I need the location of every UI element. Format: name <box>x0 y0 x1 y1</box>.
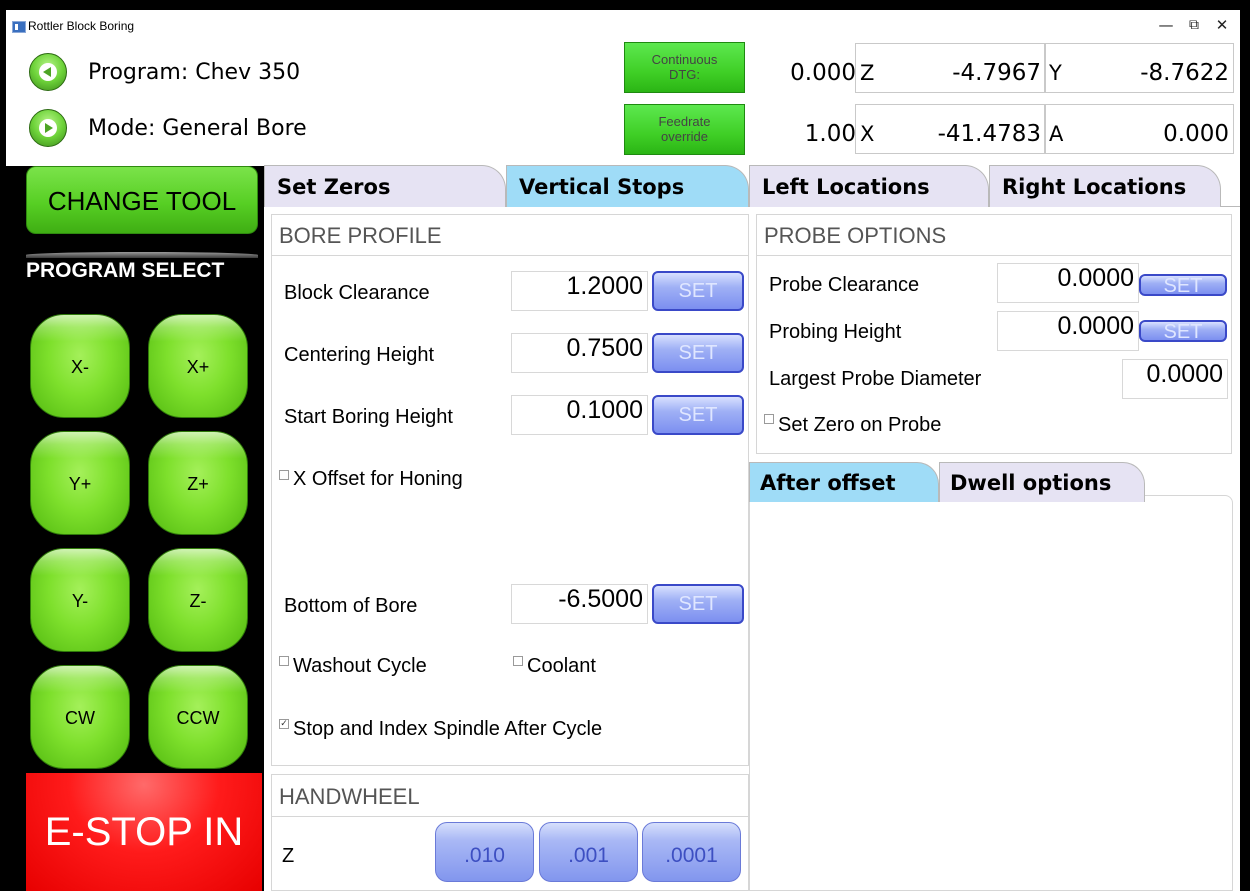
close-button[interactable]: ✕ <box>1208 14 1236 36</box>
probe-clearance-set-button[interactable]: SET <box>1139 274 1227 296</box>
next-mode-button[interactable] <box>29 109 67 147</box>
minimize-button[interactable]: — <box>1152 14 1180 36</box>
start-boring-height-set-button[interactable]: SET <box>652 395 744 435</box>
start-boring-height-label: Start Boring Height <box>284 406 453 428</box>
block-clearance-label: Block Clearance <box>284 282 430 304</box>
handwheel-title: HANDWHEEL <box>279 784 420 809</box>
z-axis-value: -4.7967 <box>952 60 1041 86</box>
largest-probe-diameter-field[interactable]: 0.0000 <box>1122 359 1228 399</box>
handwheel-step-001[interactable]: .001 <box>539 822 638 882</box>
jog-x-minus-button[interactable]: X- <box>30 314 130 418</box>
centering-height-field[interactable]: 0.7500 <box>511 333 648 373</box>
coolant-checkbox[interactable] <box>513 656 523 666</box>
bottom-of-bore-field[interactable]: -6.5000 <box>511 584 648 624</box>
centering-height-set-button[interactable]: SET <box>652 333 744 373</box>
handwheel-divider <box>272 816 748 817</box>
stop-index-label: Stop and Index Spindle After Cycle <box>293 718 603 740</box>
set-zero-on-probe-checkbox[interactable] <box>764 414 774 424</box>
arrow-right-icon <box>39 119 57 137</box>
app-window: Rottler Block Boring — ⧉ ✕ Program: Chev… <box>6 10 1240 891</box>
jog-y-plus-button[interactable]: Y+ <box>30 431 130 535</box>
program-label: Program: Chev 350 <box>88 60 301 85</box>
y-axis-label: Y <box>1049 61 1062 85</box>
feedrate-line1: Feedrate <box>658 114 711 129</box>
coolant-label: Coolant <box>527 655 596 677</box>
block-clearance-field[interactable]: 1.2000 <box>511 271 648 311</box>
tab-set-zeros[interactable]: Set Zeros <box>264 165 506 207</box>
continuous-line1: Continuous <box>651 52 718 67</box>
dtg-value: 0.000 <box>790 60 856 86</box>
jog-panel: CHANGE TOOL PROGRAM SELECT X- X+ Y+ Z+ Y… <box>6 166 264 891</box>
a-axis-label: A <box>1049 122 1064 146</box>
feedrate-line2: override <box>661 129 708 144</box>
program-select-label[interactable]: PROGRAM SELECT <box>26 259 266 283</box>
spindle-cw-button[interactable]: CW <box>30 665 130 769</box>
y-axis-value: -8.7622 <box>1140 60 1229 86</box>
mode-label: Mode: General Bore <box>88 116 307 141</box>
continuous-line2: DTG: <box>668 67 701 82</box>
handwheel-step-010[interactable]: .010 <box>435 822 534 882</box>
window-title: Rottler Block Boring <box>28 19 135 33</box>
centering-height-label: Centering Height <box>284 344 435 366</box>
app-icon <box>12 21 26 33</box>
probe-options-divider <box>757 255 1231 256</box>
probing-height-label: Probing Height <box>769 321 902 343</box>
jog-z-plus-button[interactable]: Z+ <box>148 431 248 535</box>
feedrate-override-button[interactable]: Feedrate override <box>624 104 745 155</box>
washout-cycle-checkbox[interactable] <box>279 656 289 666</box>
arrow-left-icon <box>39 63 57 81</box>
x-offset-honing-checkbox[interactable] <box>279 470 289 480</box>
x-axis-label: X <box>860 122 875 146</box>
washout-cycle-label: Washout Cycle <box>293 655 427 677</box>
probe-options-title: PROBE OPTIONS <box>764 223 947 248</box>
jog-x-plus-button[interactable]: X+ <box>148 314 248 418</box>
continuous-dtg-button[interactable]: Continuous DTG: <box>624 42 745 93</box>
bore-profile-title: BORE PROFILE <box>279 223 442 248</box>
bottom-of-bore-set-button[interactable]: SET <box>652 584 744 624</box>
spindle-ccw-button[interactable]: CCW <box>148 665 248 769</box>
probe-clearance-field[interactable]: 0.0000 <box>997 263 1139 303</box>
handwheel-axis-label: Z <box>282 845 295 867</box>
subtab-dwell-options[interactable]: Dwell options <box>939 462 1145 502</box>
tab-vertical-stops[interactable]: Vertical Stops <box>506 165 749 207</box>
probing-height-field[interactable]: 0.0000 <box>997 311 1139 351</box>
change-tool-button[interactable]: CHANGE TOOL <box>26 166 258 234</box>
block-clearance-set-button[interactable]: SET <box>652 271 744 311</box>
program-select-divider <box>26 252 258 258</box>
probe-clearance-label: Probe Clearance <box>769 274 920 296</box>
subtab-content-panel <box>749 495 1233 891</box>
handwheel-step-0001[interactable]: .0001 <box>642 822 741 882</box>
jog-y-minus-button[interactable]: Y- <box>30 548 130 652</box>
jog-z-minus-button[interactable]: Z- <box>148 548 248 652</box>
x-offset-honing-label: X Offset for Honing <box>293 468 463 490</box>
x-axis-value: -41.4783 <box>937 121 1041 147</box>
bottom-of-bore-label: Bottom of Bore <box>284 595 418 617</box>
title-bar: Rottler Block Boring — ⧉ ✕ <box>6 10 1240 42</box>
set-zero-on-probe-label: Set Zero on Probe <box>778 414 942 436</box>
largest-probe-diameter-label: Largest Probe Diameter <box>769 368 982 390</box>
restore-button[interactable]: ⧉ <box>1180 14 1208 36</box>
previous-program-button[interactable] <box>29 53 67 91</box>
tab-left-locations[interactable]: Left Locations <box>749 165 989 207</box>
feedrate-value: 1.00 <box>804 121 856 147</box>
tab-right-locations[interactable]: Right Locations <box>989 165 1221 207</box>
estop-button[interactable]: E-STOP IN <box>26 773 262 891</box>
bore-profile-divider <box>272 255 748 256</box>
z-axis-label: Z <box>860 61 875 85</box>
probing-height-set-button[interactable]: SET <box>1139 320 1227 342</box>
stop-index-checkbox[interactable]: ✓ <box>279 719 289 729</box>
subtab-after-offset[interactable]: After offset <box>749 462 939 502</box>
start-boring-height-field[interactable]: 0.1000 <box>511 395 648 435</box>
a-axis-value: 0.000 <box>1163 121 1229 147</box>
